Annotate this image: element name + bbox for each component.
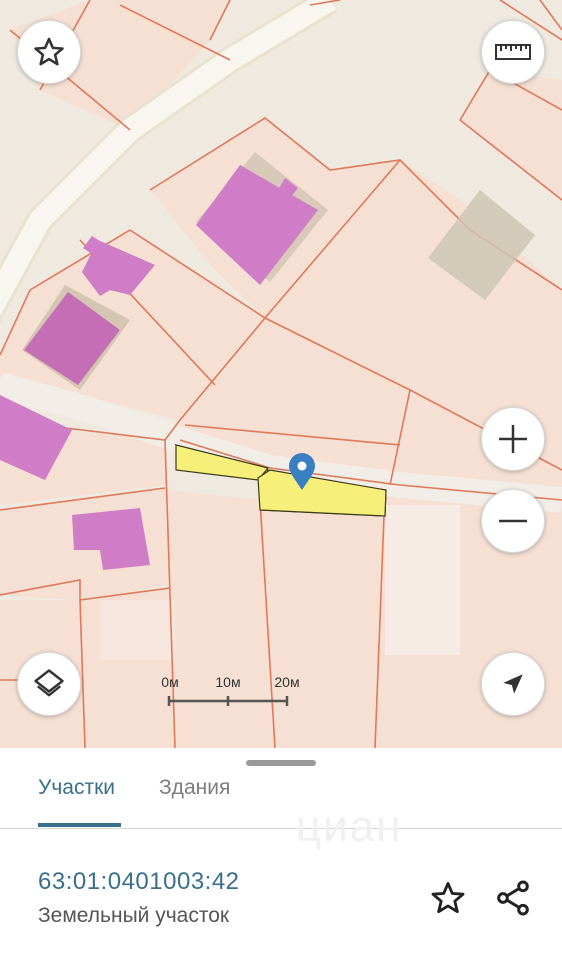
- parcel-light-2: [100, 600, 175, 660]
- scale-label-20: 20м: [274, 674, 300, 690]
- star-outline-icon: [431, 882, 465, 914]
- scale-bar: 0м 10м 20м: [160, 672, 300, 712]
- active-tab-indicator: [38, 823, 121, 827]
- drag-handle[interactable]: [246, 760, 316, 766]
- favorite-button[interactable]: [17, 20, 81, 84]
- tab-bar: циан Участки Здания: [0, 772, 562, 851]
- map-view[interactable]: 0м 10м 20м: [0, 0, 562, 748]
- minus-icon: [499, 519, 527, 523]
- star-outline-icon: [34, 37, 64, 66]
- watermark: циан: [296, 802, 403, 851]
- my-location-button[interactable]: [481, 652, 545, 716]
- share-button[interactable]: [491, 876, 535, 920]
- parcel-type: Земельный участок: [38, 904, 230, 927]
- ruler-button[interactable]: [481, 20, 545, 84]
- zoom-out-button[interactable]: [481, 489, 545, 553]
- cadastral-number[interactable]: 63:01:0401003:42: [38, 868, 240, 896]
- share-icon: [497, 880, 529, 916]
- layers-button[interactable]: [17, 652, 81, 716]
- scale-line: [167, 696, 289, 706]
- map-canvas[interactable]: [0, 0, 562, 748]
- bottom-sheet[interactable]: циан Участки Здания 63:01:0401003:42 Зем…: [0, 748, 562, 960]
- scale-label-0: 0м: [161, 674, 179, 690]
- tab-buildings[interactable]: Здания: [159, 776, 230, 800]
- parcel-light: [385, 505, 460, 655]
- zoom-in-button[interactable]: [481, 407, 545, 471]
- favorite-parcel-button[interactable]: [426, 876, 470, 920]
- layers-icon: [34, 669, 64, 697]
- tab-parcels[interactable]: Участки: [38, 776, 115, 800]
- navigation-arrow-icon: [503, 674, 523, 694]
- plus-icon: [499, 425, 527, 453]
- scale-label-10: 10м: [215, 674, 241, 690]
- ruler-icon: [495, 44, 531, 60]
